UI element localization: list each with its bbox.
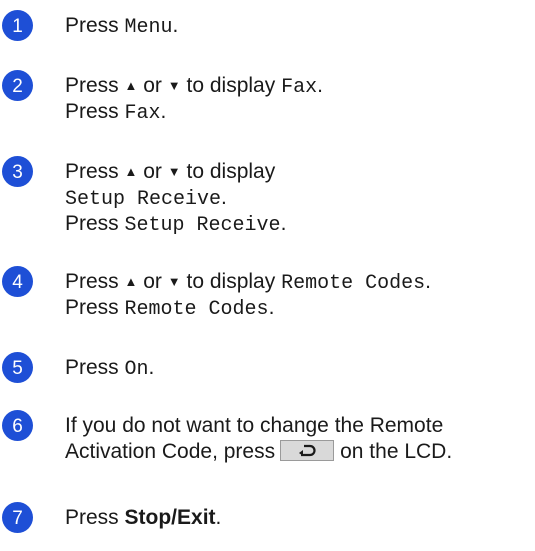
step-2-line-2: Press Fax. — [65, 99, 166, 126]
to-display-text: to display — [186, 160, 276, 183]
step-5-text: Press On. — [65, 355, 154, 382]
step-number-badge: 1 — [2, 10, 33, 41]
step-number: 6 — [12, 416, 23, 437]
back-button[interactable] — [280, 440, 335, 461]
press-word: Press — [65, 270, 119, 293]
to-display-text: to display — [186, 74, 276, 97]
up-arrow-icon: ▲ — [124, 78, 138, 93]
back-arrow-icon — [299, 444, 316, 457]
period: . — [317, 74, 323, 97]
step-badge-shape: 5 — [2, 352, 33, 383]
down-arrow-icon: ▼ — [167, 274, 181, 289]
step-number: 5 — [12, 358, 23, 379]
step-number-badge: 7 — [2, 502, 33, 533]
period: . — [215, 506, 222, 529]
or-word: or — [143, 270, 162, 293]
step-number-badge: 5 — [2, 352, 33, 383]
fax-key: Fax — [281, 76, 318, 99]
step-badge-shape: 6 — [2, 410, 33, 441]
step-badge-shape: 3 — [2, 156, 33, 187]
step-3-line-3: Press Setup Receive. — [65, 211, 286, 238]
step-number-badge: 4 — [2, 266, 33, 297]
step-7-text: Press Stop/Exit. — [65, 505, 221, 530]
remote-codes-key: Remote Codes — [124, 298, 269, 321]
step-number: 2 — [12, 76, 23, 97]
or-word: or — [143, 160, 162, 183]
press-word: Press — [65, 296, 119, 319]
step-badge-shape: 1 — [2, 10, 33, 41]
step-number-badge: 2 — [2, 70, 33, 101]
to-display-text: to display — [186, 270, 276, 293]
remote-codes-key: Remote Codes — [281, 272, 426, 295]
on-key: On — [124, 358, 149, 381]
step-6-line-1: If you do not want to change the Remote — [65, 413, 443, 438]
step-badge-shape: 4 — [2, 266, 33, 297]
press-word: Press — [65, 356, 119, 379]
instruction-text: on the LCD. — [340, 440, 453, 463]
step-badge-shape: 2 — [2, 70, 33, 101]
step-number: 4 — [12, 272, 23, 293]
step-6-line-2: Activation Code, press on the LCD. — [65, 439, 452, 464]
up-arrow-icon: ▲ — [124, 164, 138, 179]
step-number-badge: 6 — [2, 410, 33, 441]
step-number: 7 — [12, 508, 23, 529]
step-number: 1 — [12, 16, 23, 37]
down-arrow-icon: ▼ — [167, 78, 181, 93]
press-word: Press — [65, 74, 119, 97]
menu-key: Menu — [124, 16, 173, 39]
instruction-text: If you do not want to change the Remote — [65, 414, 444, 437]
period: . — [160, 100, 167, 123]
setup-receive-key: Setup Receive — [124, 214, 281, 237]
up-arrow-icon: ▲ — [124, 274, 138, 289]
period: . — [425, 270, 431, 293]
step-3-line-1: Press ▲ or ▼ to display — [65, 159, 275, 186]
press-word: Press — [65, 100, 119, 123]
step-4-line-2: Press Remote Codes. — [65, 295, 274, 322]
period: . — [172, 14, 179, 37]
period: . — [221, 186, 227, 209]
stop-exit-key: Stop/Exit — [124, 506, 216, 529]
period: . — [148, 356, 155, 379]
down-arrow-icon: ▼ — [167, 164, 181, 179]
press-word: Press — [65, 160, 119, 183]
period: . — [280, 212, 287, 235]
step-4-line-1: Press ▲ or ▼ to display Remote Codes. — [65, 269, 431, 296]
press-word: Press — [65, 14, 119, 37]
or-word: or — [143, 74, 162, 97]
press-word: Press — [65, 212, 119, 235]
period: . — [268, 296, 275, 319]
step-3-line-2: Setup Receive. — [65, 185, 227, 212]
fax-key: Fax — [124, 102, 161, 125]
step-number: 3 — [12, 162, 23, 183]
step-badge-shape: 7 — [2, 502, 33, 533]
step-1-text: Press Menu. — [65, 13, 178, 40]
step-2-line-1: Press ▲ or ▼ to display Fax. — [65, 73, 323, 100]
step-number-badge: 3 — [2, 156, 33, 187]
setup-receive-key: Setup Receive — [65, 188, 222, 211]
instruction-text: Activation Code, press — [65, 440, 276, 463]
press-word: Press — [65, 506, 119, 529]
